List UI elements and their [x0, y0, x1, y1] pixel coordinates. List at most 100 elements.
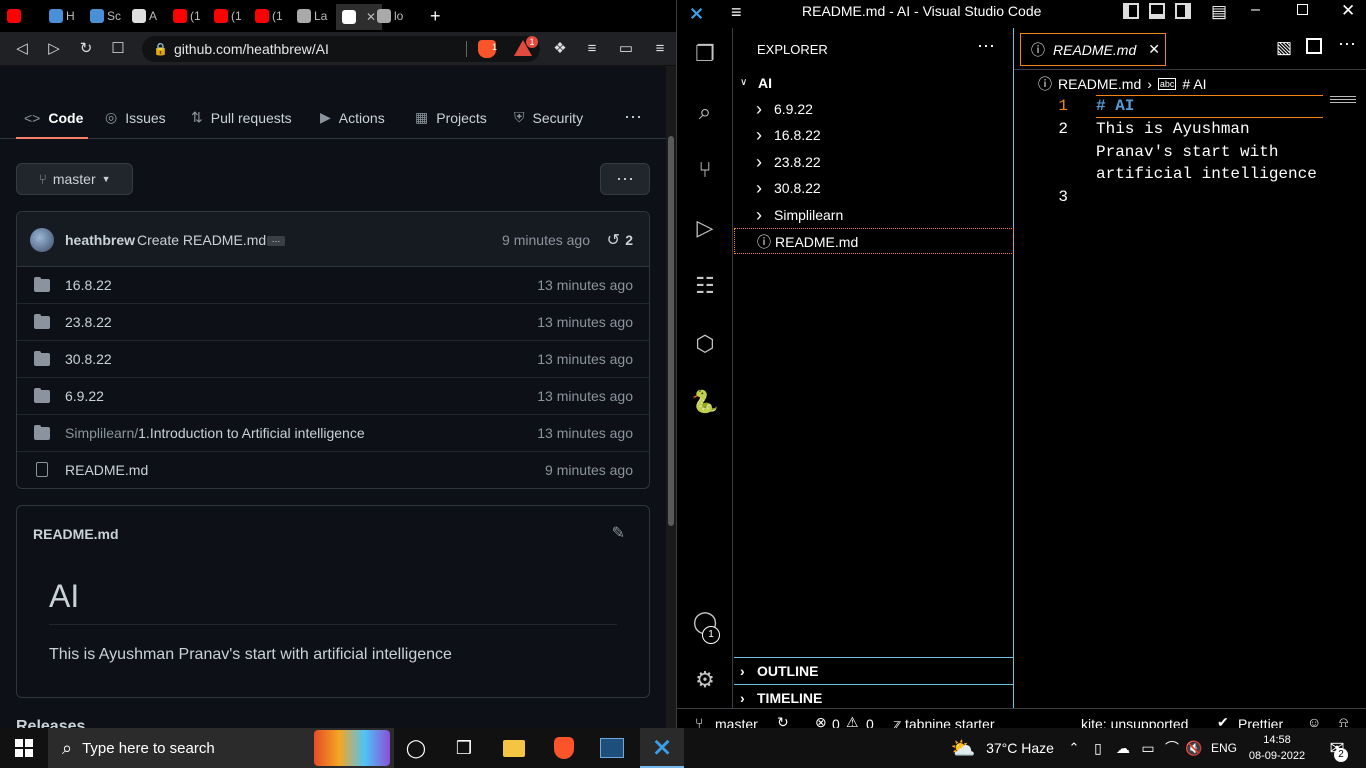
file-row[interactable]: 16.8.22 13 minutes ago	[17, 267, 649, 304]
file-name[interactable]: README.md	[65, 462, 148, 478]
more-tabs-button[interactable]: ⋯	[624, 96, 642, 139]
editor-more-icon[interactable]: ⋯	[1338, 34, 1356, 55]
minimize-icon[interactable]: –	[1251, 1, 1260, 19]
tab-security[interactable]: ⛨ Security	[514, 96, 583, 139]
start-button[interactable]	[0, 728, 48, 768]
history-icon[interactable]: ↺	[607, 230, 620, 250]
hamburger-menu-icon[interactable]: ≡	[731, 2, 742, 23]
run-debug-icon[interactable]: ▷	[689, 212, 721, 244]
split-editor-icon[interactable]	[1306, 38, 1322, 54]
file-name[interactable]: Simplilearn/1.Introduction to Artificial…	[65, 425, 365, 441]
weather-text[interactable]: 37°C Haze	[980, 728, 1060, 768]
file-row[interactable]: 6.9.22 13 minutes ago	[17, 378, 649, 415]
tree-file[interactable]: ⓘ README.md	[734, 228, 1014, 254]
editor-tab-readme[interactable]: ⓘ README.md ✕	[1020, 33, 1166, 66]
bookmark-icon[interactable]: ☐	[108, 39, 128, 59]
commit-count[interactable]: 2	[625, 232, 633, 248]
minimap[interactable]	[1330, 96, 1356, 104]
tree-folder[interactable]: › 23.8.22	[734, 149, 1014, 175]
task-view-icon[interactable]: ❒	[448, 728, 480, 768]
wifi-icon[interactable]: ⌒	[1162, 728, 1182, 768]
file-explorer-icon[interactable]	[496, 728, 532, 768]
edit-pencil-icon[interactable]: ✎	[612, 523, 625, 543]
file-row[interactable]: Simplilearn/1.Introduction to Artificial…	[17, 415, 649, 452]
outline-section[interactable]: › OUTLINE	[734, 657, 1014, 684]
python-icon[interactable]: 🐍	[689, 386, 721, 418]
device-icon[interactable]: ▯	[1088, 728, 1108, 768]
more-options-button[interactable]: ⋯	[600, 163, 650, 195]
volume-muted-icon[interactable]: 🔇	[1184, 728, 1204, 768]
menu-icon[interactable]: ≡	[650, 39, 670, 59]
browser-tab[interactable]: (1	[214, 5, 242, 27]
layout-icon[interactable]: ▤	[1211, 2, 1227, 22]
browser-tab[interactable]: Sc	[90, 5, 121, 27]
file-name[interactable]: 30.8.22	[65, 351, 112, 367]
toggle-secondary-sidebar-icon[interactable]	[1175, 3, 1191, 19]
reload-icon[interactable]: ↻	[76, 39, 96, 59]
playlist-icon[interactable]: ≡	[582, 39, 602, 59]
file-name[interactable]: 23.8.22	[65, 314, 112, 330]
vscode-taskbar-icon[interactable]: ⨯	[640, 728, 684, 768]
maximize-icon[interactable]	[1297, 4, 1308, 15]
file-row[interactable]: 23.8.22 13 minutes ago	[17, 304, 649, 341]
timeline-section[interactable]: › TIMELINE	[734, 684, 1014, 708]
extensions-icon[interactable]: ☷	[689, 270, 721, 302]
code-line-2b[interactable]: Pranav's start with	[1096, 141, 1278, 164]
close-icon[interactable]: ✕	[1341, 1, 1355, 21]
taskbar-search-box[interactable]: ⌕ Type here to search	[48, 728, 394, 768]
tree-folder[interactable]: › 6.9.22	[734, 96, 1014, 122]
tree-folder[interactable]: › 30.8.22	[734, 175, 1014, 201]
cortana-icon[interactable]: ◯	[400, 728, 432, 768]
language-indicator[interactable]: ENG	[1208, 728, 1240, 768]
tray-expand-icon[interactable]: ⌃	[1064, 728, 1084, 768]
releases-heading[interactable]: Releases	[16, 718, 85, 728]
commit-time[interactable]: 9 minutes ago	[502, 232, 590, 248]
clock[interactable]: 14:58 08-09-2022	[1246, 728, 1308, 768]
code-line-1[interactable]: # AI	[1096, 95, 1134, 118]
tab-projects[interactable]: ▦ Projects	[415, 96, 487, 139]
cloud-icon[interactable]: ☁	[1112, 728, 1134, 768]
brave-browser-icon[interactable]	[544, 728, 584, 768]
explorer-more-button[interactable]: ⋯	[977, 36, 995, 57]
ssms-icon[interactable]	[592, 728, 632, 768]
open-preview-icon[interactable]: ▧	[1276, 38, 1292, 58]
tab-close-icon[interactable]: ✕	[1148, 41, 1160, 58]
toggle-sidebar-icon[interactable]	[1123, 3, 1139, 19]
battery-icon[interactable]: ▭	[1138, 728, 1158, 768]
commit-author[interactable]: heathbrew	[65, 232, 135, 248]
scrollbar-thumb[interactable]	[668, 136, 674, 526]
code-line-2a[interactable]: This is Ayushman	[1096, 118, 1250, 141]
back-icon[interactable]: ◁	[12, 39, 32, 59]
tab-issues[interactable]: ◎ Issues	[105, 96, 166, 139]
wallet-icon[interactable]: ▭	[616, 39, 636, 59]
browser-tab[interactable]: (1	[173, 5, 201, 27]
tab-close-icon[interactable]: ✕	[366, 10, 376, 24]
file-row[interactable]: README.md 9 minutes ago	[17, 452, 649, 488]
tree-root[interactable]: ∨ AI	[734, 70, 1014, 96]
file-row[interactable]: 30.8.22 13 minutes ago	[17, 341, 649, 378]
browser-tab[interactable]: (1	[255, 5, 283, 27]
toggle-panel-icon[interactable]	[1149, 3, 1165, 19]
code-line-2c[interactable]: artificial intelligence	[1096, 163, 1317, 186]
tab-actions[interactable]: ▶ Actions	[320, 96, 385, 139]
breadcrumb-symbol[interactable]: # AI	[1182, 76, 1206, 92]
file-name[interactable]: 16.8.22	[65, 277, 112, 293]
weather-icon[interactable]: ⛅	[950, 728, 976, 768]
readme-filename[interactable]: README.md	[33, 526, 119, 542]
settings-gear-icon[interactable]: ⚙	[689, 664, 721, 696]
commit-expand-button[interactable]: …	[267, 235, 285, 246]
tree-folder[interactable]: › Simplilearn	[734, 202, 1014, 228]
browser-tab[interactable]: H	[49, 5, 75, 27]
tab-pull-requests[interactable]: ⇅ Pull requests	[191, 96, 292, 139]
forward-icon[interactable]: ▷	[44, 39, 64, 59]
file-name[interactable]: 6.9.22	[65, 388, 104, 404]
source-control-icon[interactable]: ⑂	[689, 154, 721, 186]
tree-folder[interactable]: › 16.8.22	[734, 122, 1014, 148]
branch-select-button[interactable]: ⑂ master ▼	[16, 163, 133, 195]
new-tab-button[interactable]: +	[430, 5, 441, 27]
browser-tab[interactable]: A	[132, 5, 157, 27]
page-scrollbar[interactable]	[666, 66, 676, 728]
extensions-icon[interactable]: ❖	[550, 39, 570, 59]
browser-tab[interactable]: lo	[377, 5, 403, 27]
browser-tab[interactable]: La	[297, 5, 327, 27]
